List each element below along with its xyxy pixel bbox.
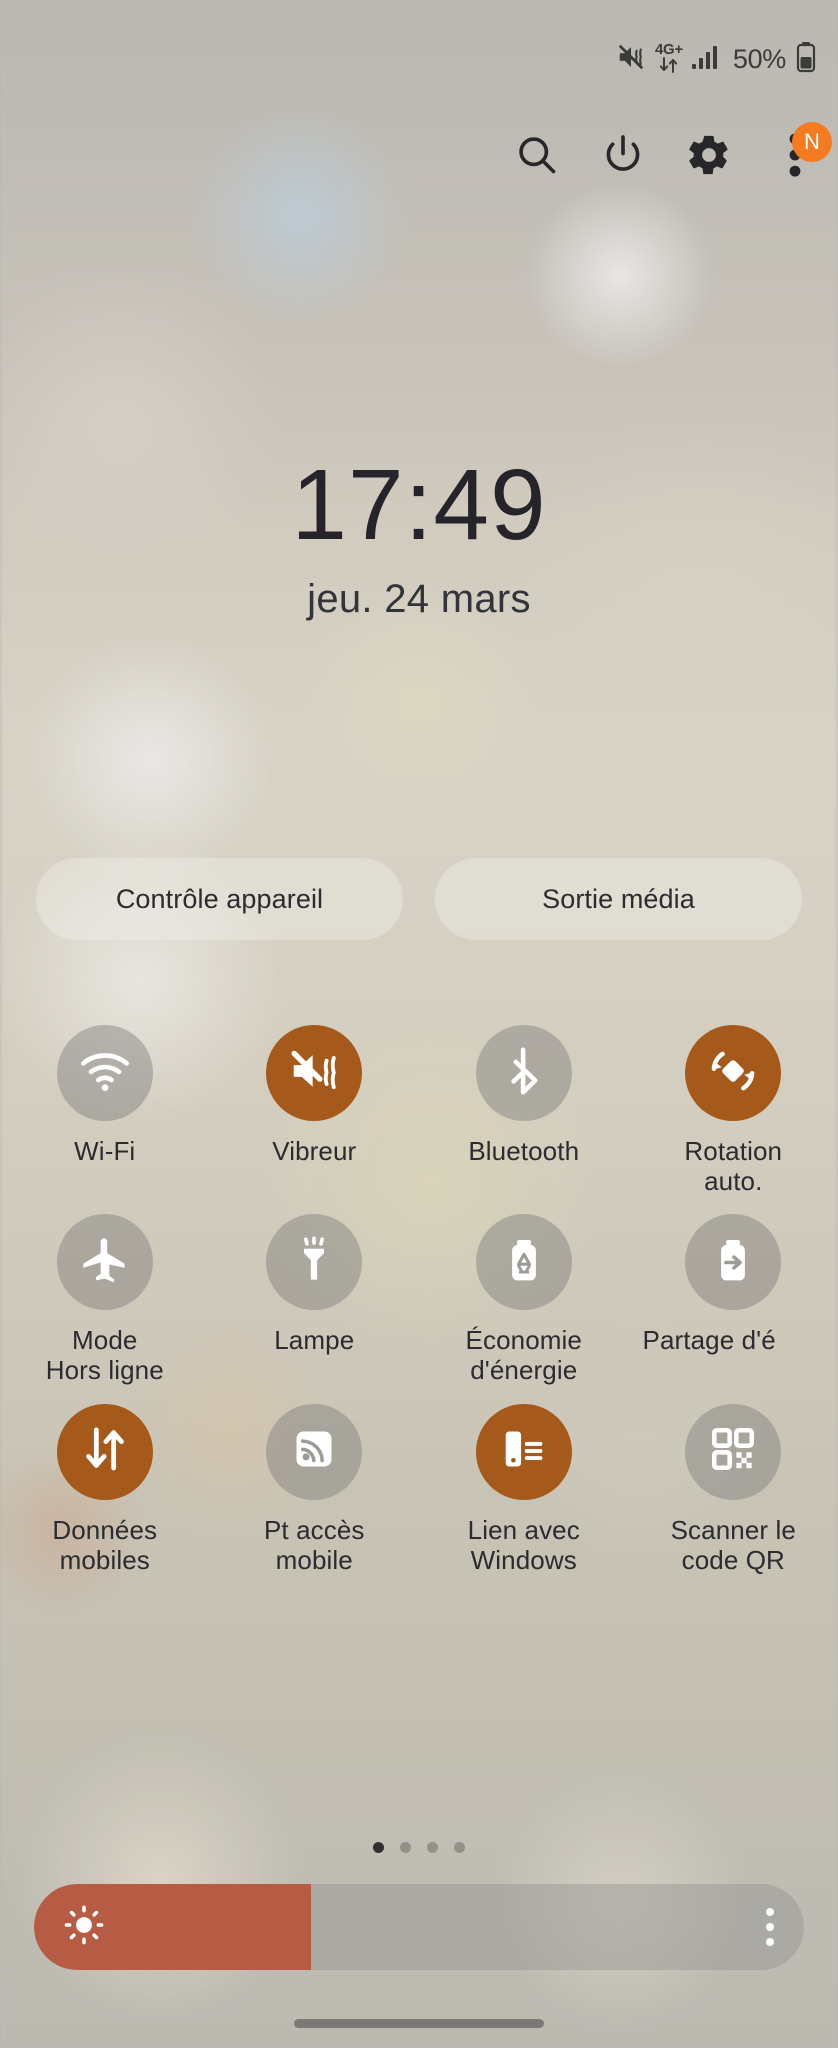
battery-percent-label: 50%	[732, 43, 786, 74]
toggle-row: Données mobiles Pt accès mobile Lien ave…	[0, 1403, 838, 1575]
media-output-button[interactable]: Sortie média	[435, 858, 802, 940]
toggle-icon-circle	[685, 1403, 782, 1500]
toggle-power-sharing[interactable]: Partage d'é	[629, 1214, 838, 1385]
toggle-row: Mode Hors ligne Lampe Économie d'énergie…	[0, 1214, 838, 1385]
toggle-label: Rotation auto.	[684, 1136, 783, 1197]
auto-rotate-icon	[706, 1044, 760, 1103]
toggle-label: Économie d'énergie	[465, 1325, 582, 1386]
wifi-icon	[78, 1044, 132, 1103]
quick-settings-panel: 4G+ 50% N 17:49 jeu. 24 mars Contrôle ap…	[0, 0, 838, 2048]
battery-icon	[796, 41, 816, 78]
toggle-icon-circle	[475, 1025, 572, 1121]
toggle-wifi[interactable]: Wi-Fi	[0, 1025, 210, 1196]
toggle-label: Bluetooth	[468, 1136, 580, 1166]
toggle-icon-circle	[56, 1025, 153, 1121]
status-bar: 4G+ 50%	[0, 0, 838, 118]
toggle-label: Scanner le code QR	[670, 1514, 796, 1575]
qr-code-icon	[708, 1424, 758, 1479]
network-type-indicator: 4G+	[655, 42, 683, 77]
clock-time: 17:49	[291, 449, 547, 561]
notification-badge: N	[792, 122, 832, 162]
toggle-mobile-data[interactable]: Données mobiles	[0, 1403, 210, 1575]
toggle-icon-circle	[266, 1403, 363, 1500]
bluetooth-icon	[498, 1045, 550, 1102]
toggle-airplane-mode[interactable]: Mode Hors ligne	[0, 1214, 210, 1385]
power-icon	[600, 132, 646, 183]
toggle-icon-circle	[56, 1403, 153, 1500]
power-sharing-icon	[708, 1235, 758, 1290]
shortcut-pill-row: Contrôle appareil Sortie média	[36, 858, 802, 940]
toggle-icon-circle	[266, 1025, 363, 1121]
hotspot-icon	[289, 1424, 339, 1479]
brightness-sun-icon	[62, 1903, 106, 1952]
toggle-flashlight[interactable]: Lampe	[210, 1214, 420, 1385]
vibrate-icon	[287, 1044, 341, 1103]
toggle-label: Données mobiles	[52, 1514, 158, 1575]
toggle-icon-circle	[266, 1214, 363, 1311]
airplane-icon	[79, 1234, 131, 1291]
toggle-power-saving[interactable]: Économie d'énergie	[419, 1214, 629, 1385]
link-to-windows-icon	[499, 1424, 549, 1479]
signal-bars-icon	[691, 43, 721, 76]
power-button[interactable]	[594, 128, 652, 186]
gear-icon	[686, 132, 732, 183]
quick-toggle-grid: Wi-Fi Vibreur Bluetooth Rotation auto. M…	[0, 1025, 838, 1575]
toggle-icon-circle	[56, 1214, 153, 1311]
toggle-label: Partage d'é	[642, 1325, 776, 1356]
network-type-label: 4G+	[654, 40, 683, 58]
toggle-bluetooth[interactable]: Bluetooth	[419, 1025, 629, 1196]
toggle-label: Vibreur	[272, 1136, 357, 1166]
toggle-link-to-windows[interactable]: Lien avec Windows	[419, 1403, 629, 1575]
lockscreen-clock[interactable]: 17:49 jeu. 24 mars	[0, 455, 838, 622]
brightness-slider[interactable]	[34, 1884, 804, 1970]
toggle-icon-circle	[475, 1403, 572, 1500]
page-dot[interactable]	[454, 1842, 465, 1853]
data-transfer-icon	[658, 56, 680, 77]
toggle-label: Lampe	[274, 1325, 355, 1356]
clock-date: jeu. 24 mars	[307, 577, 531, 621]
toggle-label: Mode Hors ligne	[45, 1325, 164, 1386]
vibrate-icon	[616, 42, 646, 77]
brightness-more-options-button[interactable]	[766, 1908, 774, 1946]
toggle-vibrate[interactable]: Vibreur	[210, 1025, 420, 1196]
toggle-qr-scanner[interactable]: Scanner le code QR	[629, 1403, 838, 1575]
settings-button[interactable]	[680, 128, 738, 186]
page-dot[interactable]	[400, 1842, 411, 1853]
more-vertical-icon-dot	[766, 1923, 774, 1931]
search-icon	[514, 132, 560, 183]
toggle-icon-circle	[685, 1025, 782, 1121]
wallpaper-scrim	[0, 0, 838, 2048]
toggle-mobile-hotspot[interactable]: Pt accès mobile	[210, 1403, 420, 1575]
page-dot[interactable]	[373, 1842, 384, 1853]
flashlight-icon	[289, 1235, 339, 1290]
quick-settings-header-actions: N	[508, 122, 832, 186]
search-button[interactable]	[508, 128, 566, 186]
toggle-row: Wi-Fi Vibreur Bluetooth Rotation auto.	[0, 1025, 838, 1196]
more-vertical-icon-dot	[766, 1938, 774, 1946]
device-control-button[interactable]: Contrôle appareil	[36, 858, 403, 940]
toggle-label: Lien avec Windows	[467, 1514, 580, 1575]
power-saving-icon	[499, 1235, 549, 1290]
page-dot[interactable]	[427, 1842, 438, 1853]
page-indicator	[0, 1842, 838, 1853]
toggle-label: Wi-Fi	[74, 1136, 136, 1166]
toggle-icon-circle	[475, 1214, 572, 1311]
toggle-auto-rotate[interactable]: Rotation auto.	[629, 1025, 838, 1196]
mobile-data-icon	[79, 1423, 131, 1480]
more-options-button[interactable]: N	[766, 122, 832, 186]
home-gesture-handle[interactable]	[294, 2019, 544, 2028]
toggle-label: Pt accès mobile	[263, 1514, 365, 1575]
more-vertical-icon-dot	[766, 1908, 774, 1916]
toggle-icon-circle	[685, 1214, 782, 1311]
